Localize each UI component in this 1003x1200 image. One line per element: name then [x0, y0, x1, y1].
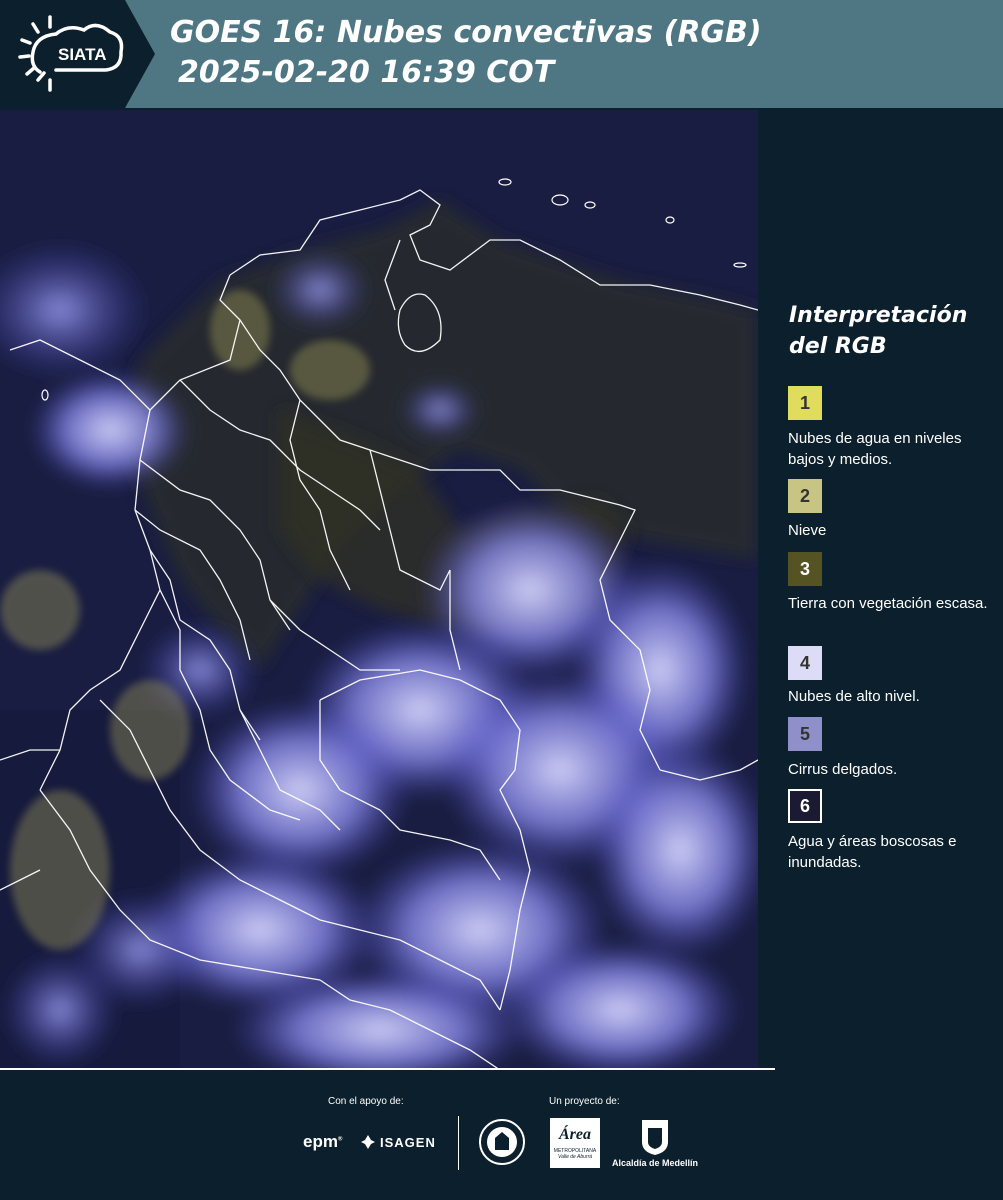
legend-num-1: 1 — [799, 392, 810, 413]
area-metropolitana-logo: Área METROPOLITANA Valle de Aburrá — [550, 1118, 600, 1168]
legend-label-6: Agua y áreas boscosas e inundadas. — [788, 833, 957, 871]
timestamp: 2025-02-20 16:39 COT — [178, 55, 555, 90]
page-title: GOES 16: Nubes convectivas (RGB) — [170, 15, 762, 50]
siata-logo: SIATA — [0, 0, 155, 108]
support-caption: Con el apoyo de: — [328, 1096, 404, 1107]
legend-label-1: Nubes de agua en niveles bajos y medios. — [788, 430, 962, 468]
alcaldia-shield-icon — [642, 1120, 668, 1155]
satellite-image — [0, 110, 758, 1070]
legend-title-line2: del RGB — [789, 334, 887, 359]
legend-swatch-6: 6 — [788, 789, 822, 823]
legend-title: Interpretación del RGB — [789, 300, 967, 362]
legend-swatch-5: 5 — [788, 717, 822, 751]
legend-label-3: Tierra con vegetación escasa. — [788, 595, 988, 612]
header-bar: SIATA GOES 16: Nubes convectivas (RGB) 2… — [0, 0, 1003, 108]
project-caption: Un proyecto de: — [549, 1096, 620, 1107]
satellite-map[interactable] — [0, 110, 758, 1070]
siata-logo-text: SIATA — [58, 45, 106, 64]
epm-logo-text: epm — [303, 1132, 338, 1151]
alcaldia-logo-text: Alcaldía de Medellín — [612, 1158, 699, 1168]
legend-title-line1: Interpretación — [789, 303, 968, 328]
legend-swatch-2: 2 — [788, 479, 822, 513]
medellin-seal-icon — [479, 1119, 525, 1165]
legend-label-2: Nieve — [788, 522, 827, 539]
legend-num-2: 2 — [799, 485, 810, 506]
legend-swatch-1: 1 — [788, 386, 822, 420]
area-logo-name: Área — [559, 1126, 591, 1143]
legend-panel: Interpretación del RGB 1 Nubes de agua e… — [760, 110, 1003, 1070]
isagen-mark-icon — [361, 1135, 375, 1149]
legend-num-4: 4 — [799, 652, 810, 673]
footer: Con el apoyo de: Un proyecto de: epm® IS… — [0, 1070, 1003, 1200]
legend-swatch-4: 4 — [788, 646, 822, 680]
area-logo-sub2: Valle de Aburrá — [557, 1154, 593, 1160]
epm-logo: epm® — [303, 1132, 343, 1151]
footer-separator — [458, 1116, 459, 1170]
legend-num-3: 3 — [799, 558, 810, 579]
isagen-logo: ISAGEN — [360, 1134, 436, 1150]
legend-label-4: Nubes de alto nivel. — [788, 688, 920, 705]
legend-num-6: 6 — [799, 795, 810, 816]
isagen-logo-text: ISAGEN — [380, 1134, 436, 1150]
legend-num-5: 5 — [799, 723, 810, 744]
legend-label-5: Cirrus delgados. — [788, 761, 898, 778]
legend-swatch-3: 3 — [788, 552, 822, 586]
